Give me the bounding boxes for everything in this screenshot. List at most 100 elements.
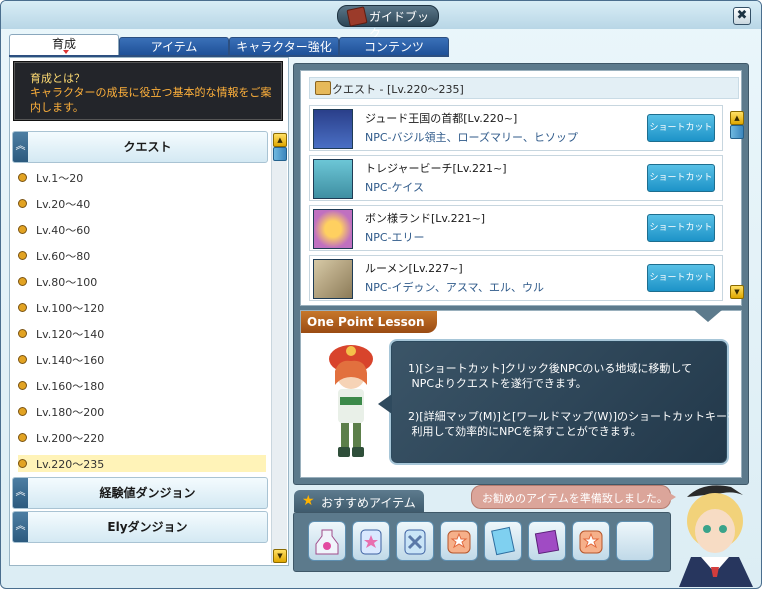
quest-npc: NPC-エリー — [365, 231, 425, 244]
bullet-icon — [18, 381, 27, 390]
scroll-up-arrow-icon[interactable]: ▲ — [730, 111, 744, 125]
list-item-lv-160-180[interactable]: Lv.160～180 — [18, 377, 266, 394]
quest-name: ルーメン[Lv.227~] — [365, 262, 463, 275]
list-item-lv-100-120[interactable]: Lv.100～120 — [18, 299, 266, 316]
list-item-lv-1-20[interactable]: Lv.1～20 — [18, 169, 266, 186]
recommend-tab: ★ おすすめアイテム — [294, 490, 424, 512]
tab-label: キャラクター強化 — [236, 40, 332, 54]
list-item-lv-60-80[interactable]: Lv.60～80 — [18, 247, 266, 264]
quest-scrollbar[interactable]: ▲ ▼ — [729, 111, 744, 299]
item-slot[interactable] — [352, 521, 390, 561]
quest-row: ボン様ランド[Lv.221~] NPC-エリー ショートカット — [309, 205, 723, 251]
star-icon: ★ — [302, 493, 315, 509]
bullet-icon — [18, 277, 27, 286]
list-item-lv-180-200[interactable]: Lv.180～200 — [18, 403, 266, 420]
quest-row: ルーメン[Lv.227~] NPC-イデゥン、アスマ、エル、ウル ショートカット — [309, 255, 723, 301]
list-item-label: Lv.220～235 — [36, 458, 105, 471]
item-slot[interactable] — [572, 521, 610, 561]
scroll-down-arrow-icon[interactable]: ▼ — [730, 285, 744, 299]
quest-npc: NPC-ケイス — [365, 181, 424, 194]
tab-ikusei[interactable]: 育成 — [9, 34, 119, 57]
purple-box-icon — [534, 529, 560, 555]
category-exp-dungeon[interactable]: ︽ 経験値ダンジョン — [12, 477, 268, 509]
guidebook-window: ガイドブック ✖ 育成 アイテム キャラクター強化 コンテンツ 育成とは？ キャ… — [0, 0, 762, 589]
lumen-icon — [313, 259, 353, 299]
list-item-label: Lv.80～100 — [36, 276, 98, 289]
recommend-speech-bubble: お勧めのアイテムを準備致しました。 — [471, 485, 676, 509]
bullet-icon — [18, 329, 27, 338]
shortcut-button[interactable]: ショートカット — [647, 264, 715, 292]
sailor-girl-character-icon — [679, 485, 753, 587]
bullet-icon — [18, 459, 27, 468]
pointer-triangle-icon — [694, 310, 722, 322]
recommend-bubble-text: お勧めのアイテムを準備致しました。 — [482, 492, 668, 505]
recommend-item-bar — [293, 512, 671, 572]
blue-card-icon — [491, 526, 515, 556]
star-pouch-icon — [447, 530, 471, 554]
expand-chevron-icon: ︽ — [13, 512, 28, 542]
list-item-lv-220-235[interactable]: Lv.220～235 — [18, 455, 266, 472]
list-item-label: Lv.160～180 — [36, 380, 105, 393]
bullet-icon — [18, 251, 27, 260]
collapse-chevron-icon: ︽ — [13, 132, 28, 162]
item-slot[interactable] — [484, 521, 522, 561]
list-item-lv-20-40[interactable]: Lv.20～40 — [18, 195, 266, 212]
list-item-lv-200-220[interactable]: Lv.200～220 — [18, 429, 266, 446]
list-item-lv-80-100[interactable]: Lv.80～100 — [18, 273, 266, 290]
list-item-label: Lv.1～20 — [36, 172, 84, 185]
right-panel: クエスト - [Lv.220～235] ジュード王国の首都[Lv.220~] N… — [293, 63, 749, 485]
item-slot[interactable] — [528, 521, 566, 561]
category-label: 経験値ダンジョン — [99, 486, 196, 500]
scroll-down-arrow-icon[interactable]: ▼ — [273, 549, 287, 563]
potion-bottle-icon — [315, 529, 339, 555]
close-button[interactable]: ✖ — [733, 7, 751, 25]
scroll-thumb[interactable] — [730, 125, 744, 139]
bullet-icon — [18, 173, 27, 182]
list-item-label: Lv.60～80 — [36, 250, 91, 263]
item-slot[interactable] — [396, 521, 434, 561]
scroll-map-icon — [315, 81, 331, 95]
royal-capital-icon — [313, 109, 353, 149]
quest-name: ジュード王国の首都[Lv.220~] — [365, 112, 518, 125]
bullet-icon — [18, 355, 27, 364]
item-slot[interactable] — [308, 521, 346, 561]
active-tab-marker-icon — [63, 50, 69, 54]
shortcut-button[interactable]: ショートカット — [647, 214, 715, 242]
shortcut-button[interactable]: ショートカット — [647, 164, 715, 192]
star-jar-icon — [360, 529, 382, 555]
treasure-beach-icon — [313, 159, 353, 199]
list-item-lv-140-160[interactable]: Lv.140～160 — [18, 351, 266, 368]
quest-npc: NPC-バジル領主、ローズマリー、ヒソップ — [365, 131, 578, 144]
left-scrollbar[interactable]: ▲ ▼ — [271, 131, 287, 563]
list-item-label: Lv.40～60 — [36, 224, 91, 237]
category-ely-dungeon[interactable]: ︽ Elyダンジョン — [12, 511, 268, 543]
guide-girl-character-icon — [329, 345, 373, 457]
category-quest[interactable]: ︽ クエスト — [12, 131, 268, 163]
tab-label: コンテンツ — [363, 40, 424, 54]
list-item-label: Lv.20～40 — [36, 198, 91, 211]
list-item-lv-40-60[interactable]: Lv.40～60 — [18, 221, 266, 238]
item-slot[interactable] — [440, 521, 478, 561]
bullet-icon — [18, 433, 27, 442]
bullet-icon — [18, 407, 27, 416]
category-label: Elyダンジョン — [107, 520, 188, 534]
shortcut-button[interactable]: ショートカット — [647, 114, 715, 142]
tab-item[interactable]: アイテム — [119, 37, 229, 56]
tab-character-enhance[interactable]: キャラクター強化 — [229, 37, 339, 56]
intro-title: 育成とは？ — [30, 72, 85, 85]
item-slot-empty[interactable] — [616, 521, 654, 561]
quest-name: ボン様ランド[Lv.221~] — [365, 212, 486, 225]
recommend-title: おすすめアイテム — [321, 496, 416, 510]
lesson-line-2: 2)[詳細マップ(M)]と[ワールドマップ(W)]のショートカットキーを 利用し… — [408, 410, 738, 438]
list-item-lv-120-140[interactable]: Lv.120～140 — [18, 325, 266, 342]
expand-chevron-icon: ︽ — [13, 478, 28, 508]
title-bar[interactable]: ガイドブック ✖ — [1, 1, 761, 41]
bubble-tail-icon — [378, 394, 392, 414]
scroll-up-arrow-icon[interactable]: ▲ — [273, 133, 287, 147]
bullet-icon — [18, 303, 27, 312]
tab-label: 育成 — [51, 37, 76, 51]
tab-label: アイテム — [150, 40, 198, 54]
list-item-label: Lv.200～220 — [36, 432, 105, 445]
scroll-thumb[interactable] — [273, 147, 287, 161]
tab-content[interactable]: コンテンツ — [339, 37, 449, 56]
